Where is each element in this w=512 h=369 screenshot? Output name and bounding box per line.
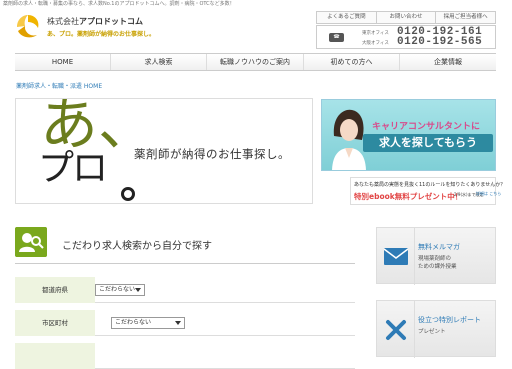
nav-first-time[interactable]: 初めての方へ xyxy=(304,54,400,70)
contact-link[interactable]: お問い合わせ xyxy=(377,12,437,23)
user-search-icon xyxy=(15,227,47,257)
hero-a: あ、 xyxy=(40,98,157,158)
mail-icon xyxy=(383,248,408,265)
newsletter-sub: 現場薬剤師の ための課外授業 xyxy=(418,255,457,271)
office-osaka: 大阪オフィス xyxy=(362,41,389,46)
report-title: 役立つ特別レポート xyxy=(418,316,481,324)
city-label: 市区町村 xyxy=(15,310,95,336)
tools-icon xyxy=(385,319,406,340)
logo-mark-icon xyxy=(17,15,39,38)
hero-banner: あ、 プロ 薬剤師が納得のお仕事探し。 xyxy=(15,98,313,204)
phone-box: ☎ 東京オフィス 0120-192-161 大阪オフィス 0120-192-56… xyxy=(316,25,496,49)
header-links: よくあるご質問 お問い合わせ 採用ご担当者様へ xyxy=(316,11,496,24)
office-tokyo: 東京オフィス xyxy=(362,31,389,36)
report-sub: プレゼント xyxy=(418,329,446,335)
city-row: 市区町村 こだわらない xyxy=(15,310,355,336)
next-label xyxy=(15,343,95,369)
consultant-line1: キャリアコンサルタントに xyxy=(372,122,481,132)
hero-circle-mark xyxy=(121,187,135,201)
nav-company[interactable]: 企業情報 xyxy=(400,54,496,70)
newsletter-sub2: ための課外授業 xyxy=(418,264,457,270)
company-prefix: 株式会社 xyxy=(47,17,79,26)
logo-tagline: あ、プロ。薬剤師が納得のお仕事探し。 xyxy=(47,31,156,38)
search-title: こだわり求人検索から自分で探す xyxy=(62,241,212,252)
breadcrumb[interactable]: 薬剤師求人・転職・派遣 HOME xyxy=(16,81,102,90)
free-dial-icon: ☎ xyxy=(329,33,344,42)
ebook-details-link[interactable]: 詳細は こちら xyxy=(476,191,501,196)
main-nav: HOME 求人検索 転職ノウハウのご案内 初めての方へ 企業情報 xyxy=(15,53,496,71)
city-select[interactable]: こだわらない xyxy=(111,317,185,329)
newsletter-sub1: 現場薬剤師の xyxy=(418,256,452,262)
company-title: アプロドットコム xyxy=(79,17,143,26)
search-divider xyxy=(15,263,355,264)
nav-job-search[interactable]: 求人検索 xyxy=(111,54,207,70)
prefecture-row: 都道府県 こだわらない xyxy=(15,277,355,303)
site-logo[interactable]: 株式会社アプロドットコム あ、プロ。薬剤師が納得のお仕事探し。 xyxy=(15,13,155,45)
ebook-line1: あなたも薬局の実態を見抜く11のルールを知りたくありませんか？ xyxy=(354,182,506,188)
nav-home[interactable]: HOME xyxy=(15,54,111,70)
mail-icon-box xyxy=(377,228,415,285)
site-description: 薬剤師の求人・転職・募集の事なら、求人数No.1のアプロドットコムへ。調剤・病院… xyxy=(3,1,235,7)
recruiter-link[interactable]: 採用ご担当者様へ xyxy=(436,12,495,23)
nav-knowhow[interactable]: 転職ノウハウのご案内 xyxy=(207,54,304,70)
prefecture-select[interactable]: こだわらない xyxy=(95,284,145,296)
company-name: 株式会社アプロドットコム xyxy=(47,16,143,27)
tools-icon-box xyxy=(377,301,415,358)
prefecture-label: 都道府県 xyxy=(15,277,95,303)
report-banner[interactable]: 役立つ特別レポート プレゼント xyxy=(376,300,496,358)
phone-osaka[interactable]: 0120-192-565 xyxy=(397,36,482,48)
hero-subtitle: 薬剤師が納得のお仕事探し。 xyxy=(134,147,290,161)
newsletter-title: 無料メルマガ xyxy=(418,243,460,251)
hero-pro: プロ xyxy=(38,148,108,189)
next-row xyxy=(15,343,355,369)
ebook-banner[interactable]: あなたも薬局の実態を見抜く11のルールを知りたくありませんか？ 特別ebook無… xyxy=(350,177,505,205)
consultant-line2: 求人を探してもらう xyxy=(363,134,493,152)
faq-link[interactable]: よくあるご質問 xyxy=(317,12,377,23)
ebook-line2: 特別ebook無料プレゼント中！ xyxy=(354,192,463,201)
consultant-banner[interactable]: キャリアコンサルタントに 求人を探してもらう xyxy=(321,99,496,171)
newsletter-banner[interactable]: 無料メルマガ 現場薬剤師の ための課外授業 xyxy=(376,227,496,285)
